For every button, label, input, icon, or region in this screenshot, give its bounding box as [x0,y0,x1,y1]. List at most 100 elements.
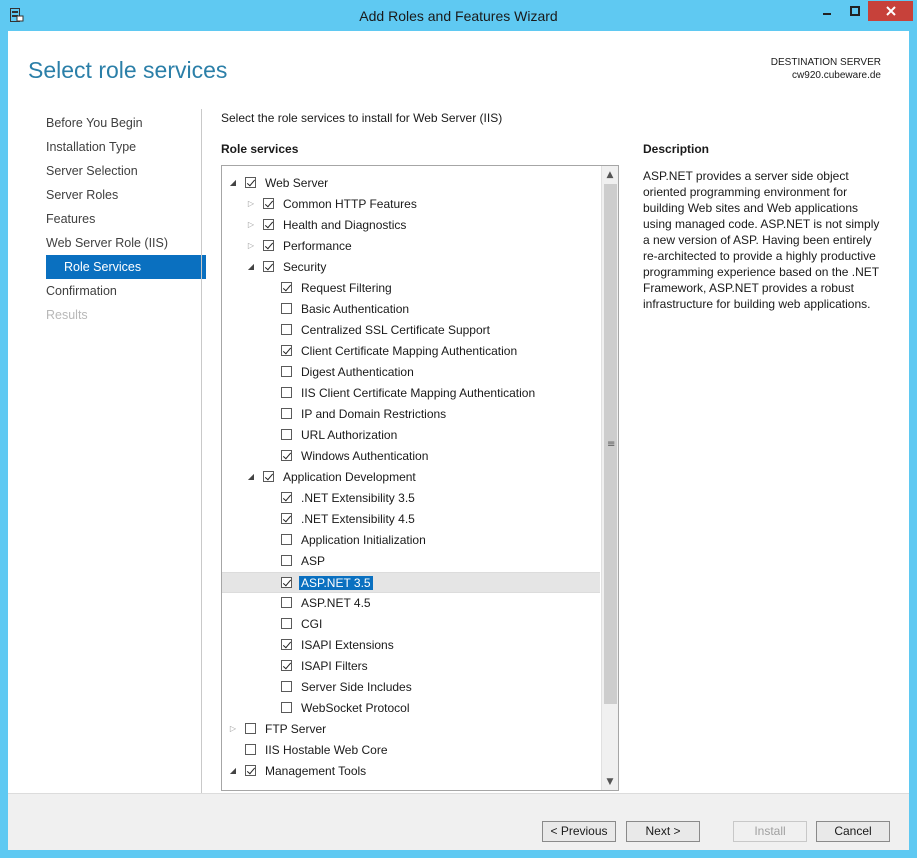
expand-arrow-icon[interactable]: ◢ [246,472,256,482]
checkbox[interactable] [263,261,274,272]
tree-row[interactable]: IIS Hostable Web Core [222,740,600,761]
tree-item-label[interactable]: ASP [301,554,325,568]
tree-row[interactable]: Centralized SSL Certificate Support [222,320,600,341]
tree-row[interactable]: ISAPI Filters [222,656,600,677]
nav-item-role-services[interactable]: Role Services [46,255,206,279]
tree-item-label[interactable]: Performance [283,239,352,253]
tree-item-label[interactable]: Basic Authentication [301,302,409,316]
checkbox[interactable] [263,471,274,482]
tree-item-label[interactable]: Web Server [265,176,328,190]
next-button[interactable]: Next > [626,821,700,842]
checkbox[interactable] [281,303,292,314]
tree-row[interactable]: ASP [222,551,600,572]
tree-row[interactable]: .NET Extensibility 4.5 [222,509,600,530]
title-bar[interactable]: Add Roles and Features Wizard [0,0,917,32]
tree-item-label[interactable]: FTP Server [265,722,326,736]
expand-arrow-icon[interactable]: ◢ [246,262,256,272]
checkbox[interactable] [281,534,292,545]
checkbox[interactable] [263,198,274,209]
nav-item-confirmation[interactable]: Confirmation [46,279,206,303]
nav-item-server-selection[interactable]: Server Selection [46,159,206,183]
tree-item-label[interactable]: IP and Domain Restrictions [301,407,446,421]
scroll-thumb[interactable]: ≡ [604,184,617,704]
expand-arrow-icon[interactable]: ◢ [228,766,238,776]
tree-item-label[interactable]: Common HTTP Features [283,197,417,211]
tree-scrollbar[interactable]: ▲ ≡ ▼ [601,166,618,790]
checkbox[interactable] [263,240,274,251]
tree-item-label[interactable]: Health and Diagnostics [283,218,406,232]
tree-row[interactable]: CGI [222,614,600,635]
checkbox[interactable] [245,723,256,734]
tree-item-label[interactable]: IIS Client Certificate Mapping Authentic… [301,386,535,400]
tree-item-label[interactable]: Request Filtering [301,281,392,295]
scroll-up-button[interactable]: ▲ [602,166,618,183]
previous-button[interactable]: < Previous [542,821,616,842]
tree-row[interactable]: Application Initialization [222,530,600,551]
checkbox[interactable] [281,450,292,461]
checkbox[interactable] [281,639,292,650]
checkbox[interactable] [281,345,292,356]
tree-item-label[interactable]: Client Certificate Mapping Authenticatio… [301,344,517,358]
tree-row[interactable]: ASP.NET 4.5 [222,593,600,614]
tree-row[interactable]: ▷ FTP Server [222,719,600,740]
checkbox[interactable] [281,597,292,608]
tree-item-label[interactable]: Security [283,260,326,274]
nav-item-web-server-role-iis[interactable]: Web Server Role (IIS) [46,231,206,255]
tree-item-label[interactable]: Application Development [283,470,416,484]
nav-item-server-roles[interactable]: Server Roles [46,183,206,207]
tree-item-label[interactable]: Application Initialization [301,533,426,547]
collapse-arrow-icon[interactable]: ▷ [246,220,256,230]
tree-row[interactable]: .NET Extensibility 3.5 [222,488,600,509]
checkbox[interactable] [281,513,292,524]
tree-item-label[interactable]: Digest Authentication [301,365,414,379]
checkbox[interactable] [281,660,292,671]
checkbox[interactable] [263,219,274,230]
tree-row[interactable]: Digest Authentication [222,362,600,383]
tree-item-label[interactable]: ISAPI Filters [301,659,368,673]
tree-item-label[interactable]: ASP.NET 3.5 [299,576,373,590]
tree-row[interactable]: Server Side Includes [222,677,600,698]
checkbox[interactable] [281,429,292,440]
checkbox[interactable] [281,366,292,377]
tree-row[interactable]: Basic Authentication [222,299,600,320]
checkbox[interactable] [281,387,292,398]
tree-item-label[interactable]: .NET Extensibility 3.5 [301,491,415,505]
checkbox[interactable] [281,618,292,629]
nav-item-installation-type[interactable]: Installation Type [46,135,206,159]
tree-item-label[interactable]: ASP.NET 4.5 [301,596,371,610]
tree-row[interactable]: IIS Client Certificate Mapping Authentic… [222,383,600,404]
tree-row[interactable]: URL Authorization [222,425,600,446]
tree-row[interactable]: ASP.NET 3.5 [222,572,600,593]
collapse-arrow-icon[interactable]: ▷ [228,724,238,734]
tree-row[interactable]: Client Certificate Mapping Authenticatio… [222,341,600,362]
cancel-button[interactable]: Cancel [816,821,890,842]
install-button[interactable]: Install [733,821,807,842]
checkbox[interactable] [281,492,292,503]
checkbox[interactable] [281,702,292,713]
checkbox[interactable] [245,177,256,188]
checkbox[interactable] [281,577,292,588]
tree-row[interactable]: Request Filtering [222,278,600,299]
collapse-arrow-icon[interactable]: ▷ [246,199,256,209]
maximize-button[interactable] [841,1,868,21]
tree-item-label[interactable]: Windows Authentication [301,449,428,463]
checkbox[interactable] [281,555,292,566]
nav-item-features[interactable]: Features [46,207,206,231]
tree-row[interactable]: ▷ Common HTTP Features [222,194,600,215]
tree-item-label[interactable]: CGI [301,617,322,631]
collapse-arrow-icon[interactable]: ▷ [246,241,256,251]
tree-row[interactable]: WebSocket Protocol [222,698,600,719]
tree-row[interactable]: ◢ Web Server [222,173,600,194]
nav-item-before-you-begin[interactable]: Before You Begin [46,111,206,135]
tree-row[interactable]: ◢ Security [222,257,600,278]
checkbox[interactable] [245,765,256,776]
tree-row[interactable]: ◢ Application Development [222,467,600,488]
tree-item-label[interactable]: ISAPI Extensions [301,638,394,652]
checkbox[interactable] [245,744,256,755]
minimize-button[interactable] [812,1,841,21]
tree-item-label[interactable]: WebSocket Protocol [301,701,410,715]
tree-item-label[interactable]: IIS Hostable Web Core [265,743,388,757]
checkbox[interactable] [281,324,292,335]
tree-item-label[interactable]: Management Tools [265,764,366,778]
tree-item-label[interactable]: .NET Extensibility 4.5 [301,512,415,526]
